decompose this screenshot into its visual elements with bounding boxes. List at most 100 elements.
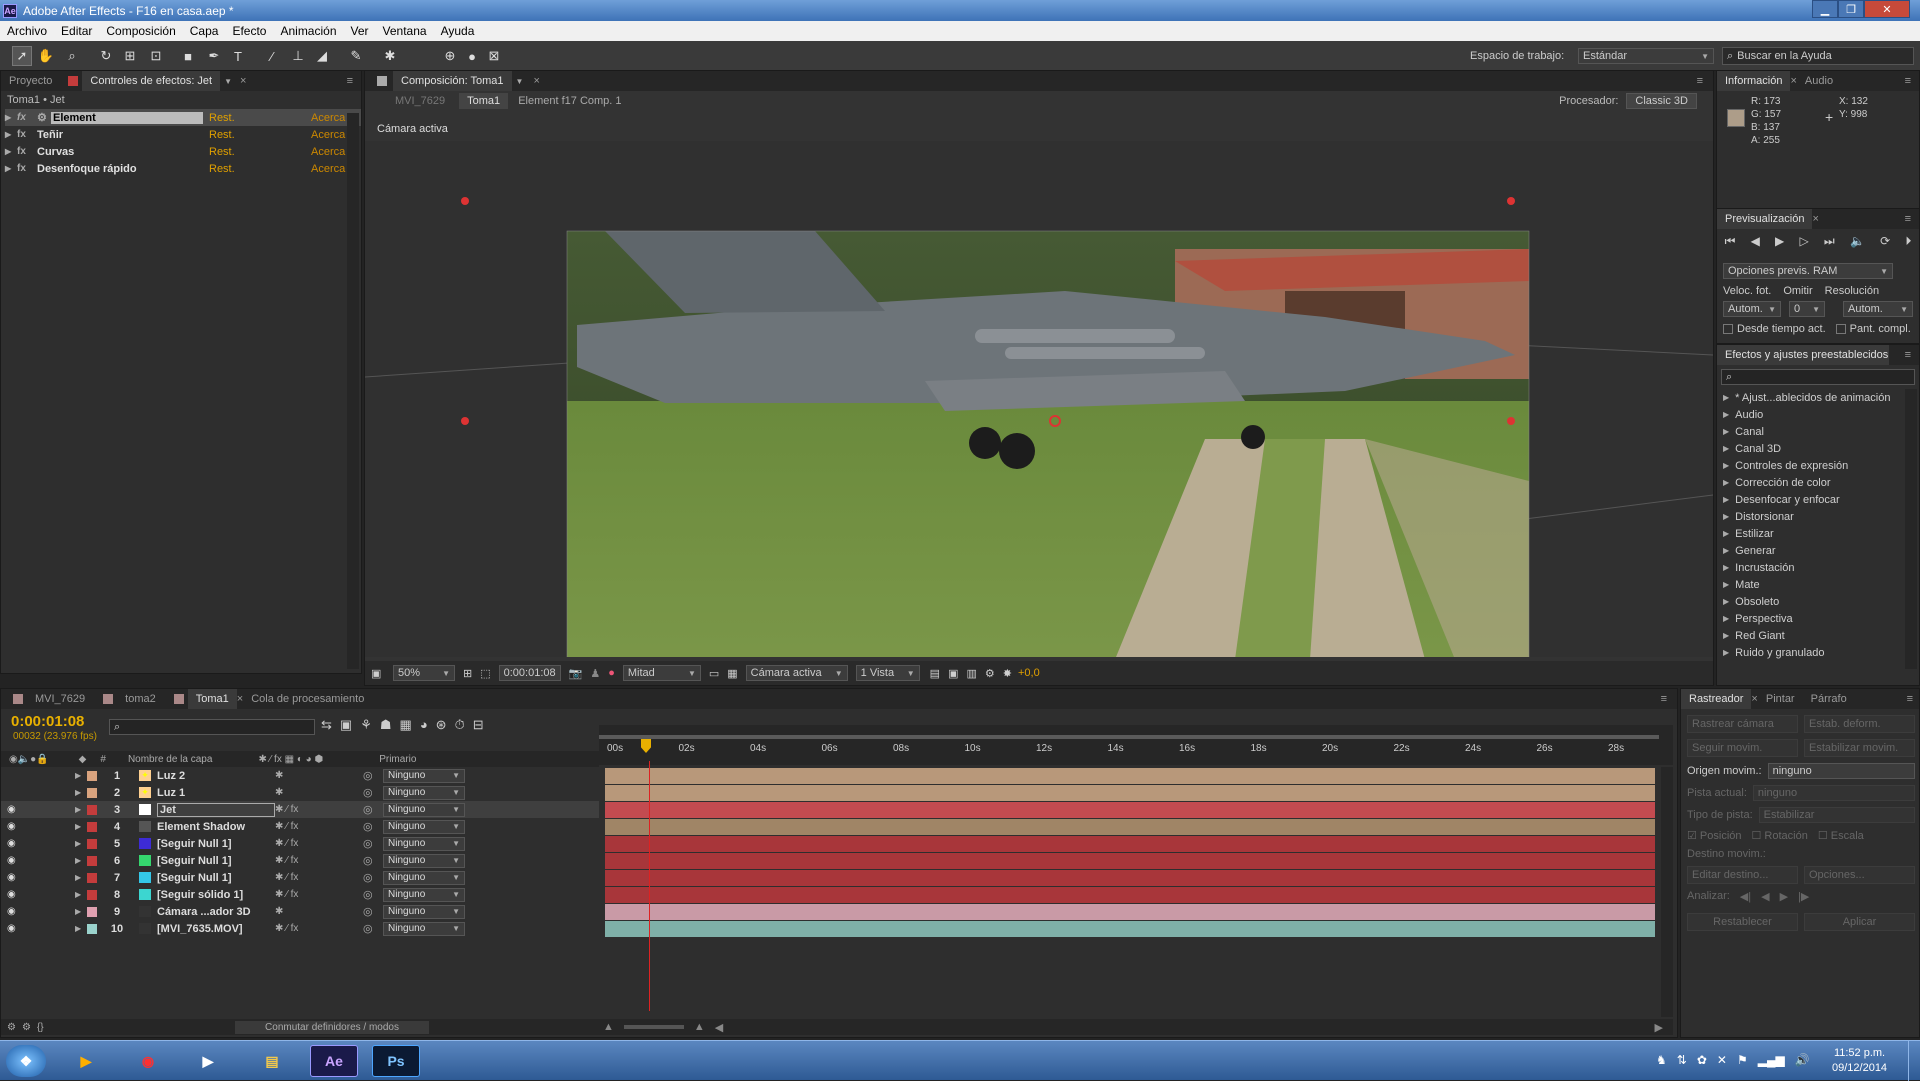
expand-arrow-icon[interactable]: ▶ xyxy=(1723,631,1729,640)
expand-arrow-icon[interactable]: ▶ xyxy=(1723,410,1729,419)
start-button-icon[interactable]: ❖ xyxy=(6,1045,46,1077)
tab-effects-presets[interactable]: Efectos y ajustes preestablecidos xyxy=(1717,345,1889,365)
close-tab-icon[interactable]: × xyxy=(240,75,246,87)
first-frame-icon[interactable]: ⏮ xyxy=(1725,234,1736,249)
draft-3d-icon[interactable]: ⚘ xyxy=(360,717,372,733)
next-frame-icon[interactable]: ▷ xyxy=(1799,234,1808,248)
expand-arrow-icon[interactable]: ▶ xyxy=(1723,478,1729,487)
layer-switches[interactable]: ✱ xyxy=(275,787,363,798)
layer-duration-bar[interactable] xyxy=(605,921,1655,937)
full-screen-checkbox[interactable] xyxy=(1835,324,1846,334)
layer-name[interactable]: [Seguir Null 1] xyxy=(157,855,275,867)
rotate-tool-icon[interactable]: ↻ xyxy=(96,46,116,66)
scroll-right-icon[interactable]: ▶ xyxy=(1655,1021,1663,1034)
panel-menu-icon[interactable]: ≡ xyxy=(1905,75,1911,87)
corner-handle[interactable] xyxy=(1507,197,1515,205)
preset-category[interactable]: ▶ Ruido y granulado xyxy=(1717,644,1903,661)
fx-toggle-icon[interactable]: fx xyxy=(17,112,37,123)
pen-tool-icon[interactable]: ✒ xyxy=(204,46,224,66)
color-channels-icon[interactable]: ● xyxy=(608,667,615,679)
expand-arrow-icon[interactable]: ▶ xyxy=(1723,393,1729,402)
layer-duration-bar[interactable] xyxy=(605,836,1655,852)
fx-toggle-icon[interactable]: fx xyxy=(17,146,37,157)
visibility-eye-icon[interactable]: ◉ xyxy=(7,906,19,917)
ram-options-dropdown[interactable]: Opciones previs. RAM ▼ xyxy=(1723,263,1893,279)
label-color-swatch[interactable] xyxy=(87,889,97,900)
maximize-button[interactable]: ❐ xyxy=(1838,0,1864,18)
layer-switches[interactable]: ✱ ⁄ fx xyxy=(275,923,363,934)
label-color-swatch[interactable] xyxy=(87,872,97,883)
layer-row[interactable]: ◉ ▶ 9 Cámara ...ador 3D ✱ ◎ Ninguno ▼ xyxy=(1,903,599,920)
preset-category[interactable]: ▶ Desenfocar y enfocar xyxy=(1717,491,1903,508)
comp-mini-flowchart-icon[interactable]: ⇆ xyxy=(321,717,332,733)
apply-button[interactable]: Aplicar xyxy=(1804,913,1915,931)
expand-arrow-icon[interactable]: ▶ xyxy=(75,771,87,780)
parent-pickwhip-icon[interactable]: ◎ xyxy=(363,922,383,935)
tab-tracker[interactable]: Rastreador xyxy=(1681,689,1752,709)
fx-toggle-icon[interactable]: fx xyxy=(17,163,37,174)
layer-name[interactable]: [Seguir sólido 1] xyxy=(157,889,275,901)
layer-duration-bar[interactable] xyxy=(605,887,1655,903)
ram-preview-icon[interactable]: ⏵ xyxy=(1905,234,1911,249)
panel-menu-icon[interactable]: ≡ xyxy=(1697,75,1703,87)
expand-arrow-icon[interactable]: ▶ xyxy=(5,130,17,139)
after-effects-taskbar-icon[interactable]: Ae xyxy=(310,1045,358,1077)
close-tab-icon[interactable]: × xyxy=(1812,213,1818,225)
layer-duration-bar[interactable] xyxy=(605,819,1655,835)
label-color-swatch[interactable] xyxy=(87,838,97,849)
timeline-icon[interactable]: ▥ xyxy=(966,667,976,680)
layer-duration-bar[interactable] xyxy=(605,785,1655,801)
visibility-eye-icon[interactable]: ◉ xyxy=(7,923,19,934)
loop-icon[interactable]: ⟳ xyxy=(1880,234,1890,248)
time-ruler[interactable]: 00s 02s 04s 06s 08s 10s 12s 14s 16s 18s 20s 22s 24s 2… xyxy=(599,725,1673,765)
show-desktop-button[interactable] xyxy=(1908,1041,1920,1081)
region-of-interest-icon[interactable]: ▭ xyxy=(709,667,719,680)
options-button[interactable]: Opciones... xyxy=(1804,866,1915,884)
analyze-back-1-icon[interactable]: ◀| xyxy=(1740,890,1751,903)
layer-duration-bar[interactable] xyxy=(605,768,1655,784)
tray-volume-icon[interactable]: 🔊 xyxy=(1795,1053,1810,1067)
expand-arrow-icon[interactable]: ▶ xyxy=(5,113,17,122)
scroll-left-icon[interactable]: ◀ xyxy=(715,1021,723,1034)
media-player-icon[interactable]: ▶ xyxy=(62,1045,110,1077)
parent-dropdown[interactable]: Ninguno ▼ xyxy=(383,802,465,817)
expand-arrow-icon[interactable]: ▶ xyxy=(75,924,87,933)
tray-app-icon[interactable]: ✿ xyxy=(1697,1053,1707,1067)
preset-category[interactable]: ▶ Mate xyxy=(1717,576,1903,593)
text-tool-icon[interactable]: T xyxy=(228,46,248,66)
layer-name[interactable]: Luz 2 xyxy=(157,770,275,782)
help-search-input[interactable]: ⌕ Buscar en la Ayuda xyxy=(1722,47,1914,65)
show-snapshot-icon[interactable]: ♟ xyxy=(590,667,600,680)
expand-arrow-icon[interactable]: ▶ xyxy=(1723,427,1729,436)
layer-name[interactable]: [Seguir Null 1] xyxy=(157,872,275,884)
toggle-switches-modes-button[interactable]: Conmutar definidores / modos xyxy=(235,1020,429,1034)
reset-button[interactable]: Restablecer xyxy=(1687,913,1798,931)
parent-dropdown[interactable]: Ninguno ▼ xyxy=(383,853,465,868)
work-area-bar[interactable] xyxy=(599,735,1659,739)
visibility-eye-icon[interactable]: ◉ xyxy=(7,872,19,883)
layer-switches[interactable]: ✱ ⁄ fx xyxy=(275,889,363,900)
layer-row[interactable]: ◉ ▶ 6 [Seguir Null 1] ✱ ⁄ fx ◎ Ninguno ▼ xyxy=(1,852,599,869)
transparency-grid-icon[interactable]: ▦ xyxy=(727,667,737,680)
timecode-field[interactable]: 0:00:01:08 xyxy=(498,665,561,681)
preset-category[interactable]: ▶ Perspectiva xyxy=(1717,610,1903,627)
effect-row-tenir[interactable]: ▶ fx Teñir Rest. Acerca d xyxy=(5,126,361,143)
layer-name[interactable]: Jet xyxy=(157,802,275,817)
expand-arrow-icon[interactable]: ▶ xyxy=(1723,529,1729,538)
parent-dropdown[interactable]: Ninguno ▼ xyxy=(383,768,465,783)
menu-ventana[interactable]: Ventana xyxy=(376,24,434,38)
audio-icon[interactable]: 🔈 xyxy=(1850,234,1865,248)
crumb-toma1[interactable]: Toma1 xyxy=(459,93,509,109)
presets-scrollbar[interactable] xyxy=(1905,389,1917,669)
layer-duration-bar[interactable] xyxy=(605,870,1655,886)
layer-duration-bar[interactable] xyxy=(605,853,1655,869)
corner-handle[interactable] xyxy=(461,197,469,205)
visibility-eye-icon[interactable]: ◉ xyxy=(7,889,19,900)
menu-efecto[interactable]: Efecto xyxy=(225,24,273,38)
effect-row-curvas[interactable]: ▶ fx Curvas Rest. Acerca d xyxy=(5,143,361,160)
layer-switches[interactable]: ✱ xyxy=(275,770,363,781)
layer-row[interactable]: ◉ ▶ 10 [MVI_7635.MOV] ✱ ⁄ fx ◎ Ninguno ▼ xyxy=(1,920,599,937)
current-track-dropdown[interactable]: ninguno xyxy=(1752,785,1915,801)
layer-switches[interactable]: ✱ ⁄ fx xyxy=(275,872,363,883)
graph-editor-icon[interactable]: ⊛ xyxy=(436,717,447,733)
